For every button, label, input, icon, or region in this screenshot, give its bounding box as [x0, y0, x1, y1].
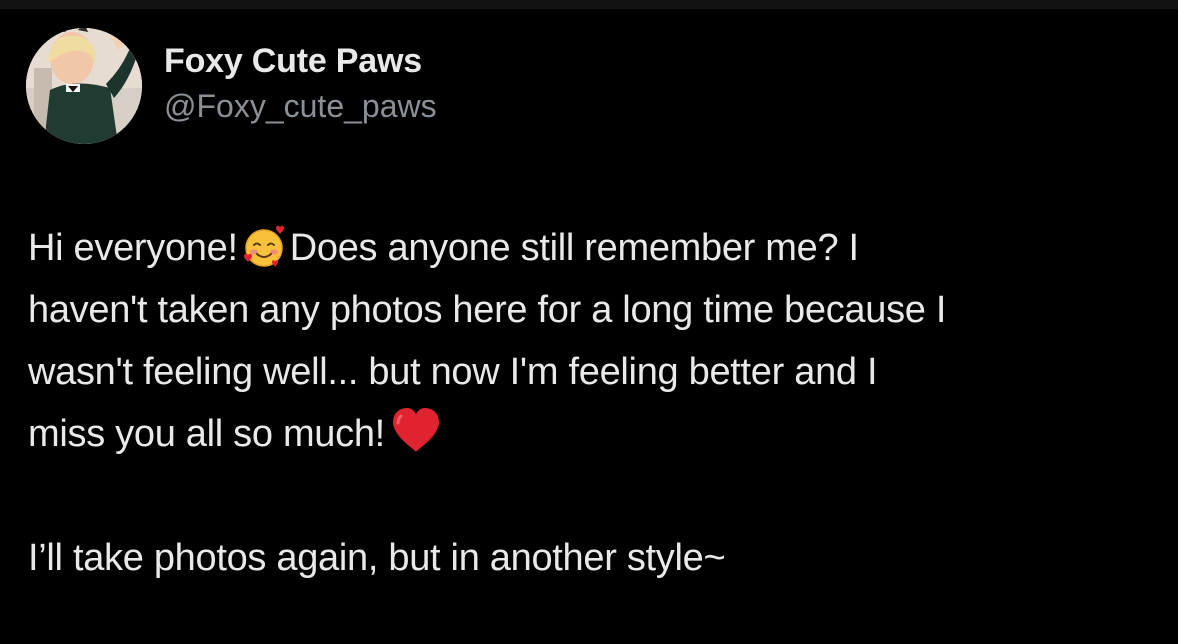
- author-info: Foxy Cute Paws @Foxy_cute_paws: [164, 41, 437, 126]
- display-name[interactable]: Foxy Cute Paws: [164, 41, 437, 81]
- red-heart-emoji-icon: [389, 406, 443, 454]
- top-strip: [0, 0, 1178, 9]
- post-text-line: wasn't feeling well... but now I'm feeli…: [28, 351, 878, 393]
- post-text-segment: Does anyone still remember me? I: [289, 227, 859, 269]
- post-text-line: haven't taken any photos here for a long…: [28, 289, 947, 331]
- post-card: Foxy Cute Paws @Foxy_cute_paws Hi everyo…: [0, 9, 1178, 644]
- post-text-segment: miss you all so much!: [28, 413, 385, 455]
- post-text-line: I’ll take photos again, but in another s…: [28, 537, 726, 579]
- avatar-photo-icon: [26, 28, 142, 144]
- username-handle[interactable]: @Foxy_cute_paws: [164, 86, 437, 126]
- post-text-segment: Hi everyone!: [28, 227, 238, 269]
- post-text-line: Hi everyone! Does anyone still remember …: [28, 217, 1158, 279]
- post-text: Hi everyone! Does anyone still remember …: [28, 217, 1158, 589]
- smiling-face-with-hearts-emoji-icon: [242, 224, 286, 268]
- post-text-line: miss you all so much!: [28, 403, 1158, 465]
- avatar[interactable]: [26, 28, 142, 144]
